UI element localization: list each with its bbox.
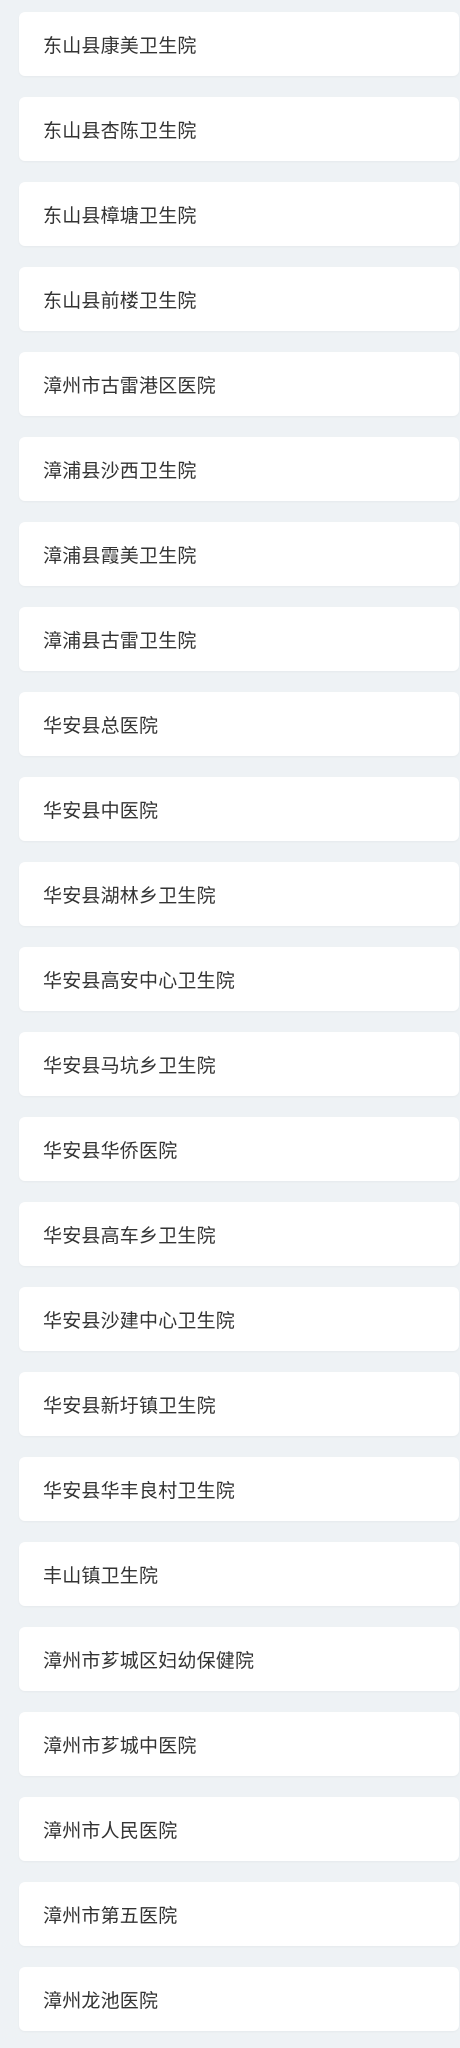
hospital-name: 华安县新圩镇卫生院: [43, 1394, 216, 1417]
hospital-name: 东山县樟塘卫生院: [43, 204, 197, 227]
hospital-item-24[interactable]: 漳州龙池医院: [19, 1967, 459, 2031]
hospital-name: 漳浦县古雷卫生院: [43, 629, 197, 652]
hospital-name: 漳州市古雷港区医院: [43, 374, 216, 397]
hospital-item-20[interactable]: 漳州市芗城区妇幼保健院: [19, 1627, 459, 1691]
hospital-name: 漳浦县霞美卫生院: [43, 544, 197, 567]
hospital-item-5[interactable]: 漳州市古雷港区医院: [19, 352, 459, 416]
hospital-list: 东山县康美卫生院 东山县杏陈卫生院 东山县樟塘卫生院 东山县前楼卫生院 漳州市古…: [0, 0, 460, 2048]
hospital-name: 华安县总医院: [43, 714, 159, 737]
hospital-item-2[interactable]: 东山县杏陈卫生院: [19, 97, 459, 161]
hospital-item-16[interactable]: 华安县沙建中心卫生院: [19, 1287, 459, 1351]
hospital-name: 东山县康美卫生院: [43, 34, 197, 57]
hospital-name: 丰山镇卫生院: [43, 1564, 159, 1587]
hospital-name: 漳浦县沙西卫生院: [43, 459, 197, 482]
hospital-item-3[interactable]: 东山县樟塘卫生院: [19, 182, 459, 246]
hospital-item-9[interactable]: 华安县总医院: [19, 692, 459, 756]
hospital-item-17[interactable]: 华安县新圩镇卫生院: [19, 1372, 459, 1436]
hospital-item-14[interactable]: 华安县华侨医院: [19, 1117, 459, 1181]
hospital-item-6[interactable]: 漳浦县沙西卫生院: [19, 437, 459, 501]
hospital-item-19[interactable]: 丰山镇卫生院: [19, 1542, 459, 1606]
hospital-item-1[interactable]: 东山县康美卫生院: [19, 12, 459, 76]
hospital-name: 漳州市芗城区妇幼保健院: [43, 1649, 255, 1672]
hospital-name: 华安县华丰良村卫生院: [43, 1479, 236, 1502]
hospital-name: 漳州市芗城中医院: [43, 1734, 197, 1757]
hospital-name: 华安县高车乡卫生院: [43, 1224, 216, 1247]
hospital-name: 华安县中医院: [43, 799, 159, 822]
hospital-item-12[interactable]: 华安县高安中心卫生院: [19, 947, 459, 1011]
hospital-item-21[interactable]: 漳州市芗城中医院: [19, 1712, 459, 1776]
hospital-name: 华安县湖林乡卫生院: [43, 884, 216, 907]
hospital-name: 漳州市第五医院: [43, 1904, 178, 1927]
hospital-item-15[interactable]: 华安县高车乡卫生院: [19, 1202, 459, 1266]
hospital-name: 华安县华侨医院: [43, 1139, 178, 1162]
hospital-item-18[interactable]: 华安县华丰良村卫生院: [19, 1457, 459, 1521]
hospital-name: 华安县马坑乡卫生院: [43, 1054, 216, 1077]
hospital-item-11[interactable]: 华安县湖林乡卫生院: [19, 862, 459, 926]
hospital-name: 漳州龙池医院: [43, 1989, 159, 2012]
hospital-item-22[interactable]: 漳州市人民医院: [19, 1797, 459, 1861]
hospital-name: 漳州市人民医院: [43, 1819, 178, 1842]
hospital-name: 华安县高安中心卫生院: [43, 969, 236, 992]
hospital-item-23[interactable]: 漳州市第五医院: [19, 1882, 459, 1946]
hospital-name: 东山县前楼卫生院: [43, 289, 197, 312]
hospital-name: 东山县杏陈卫生院: [43, 119, 197, 142]
hospital-name: 华安县沙建中心卫生院: [43, 1309, 236, 1332]
hospital-item-10[interactable]: 华安县中医院: [19, 777, 459, 841]
hospital-item-7[interactable]: 漳浦县霞美卫生院: [19, 522, 459, 586]
hospital-item-8[interactable]: 漳浦县古雷卫生院: [19, 607, 459, 671]
hospital-item-13[interactable]: 华安县马坑乡卫生院: [19, 1032, 459, 1096]
hospital-item-4[interactable]: 东山县前楼卫生院: [19, 267, 459, 331]
